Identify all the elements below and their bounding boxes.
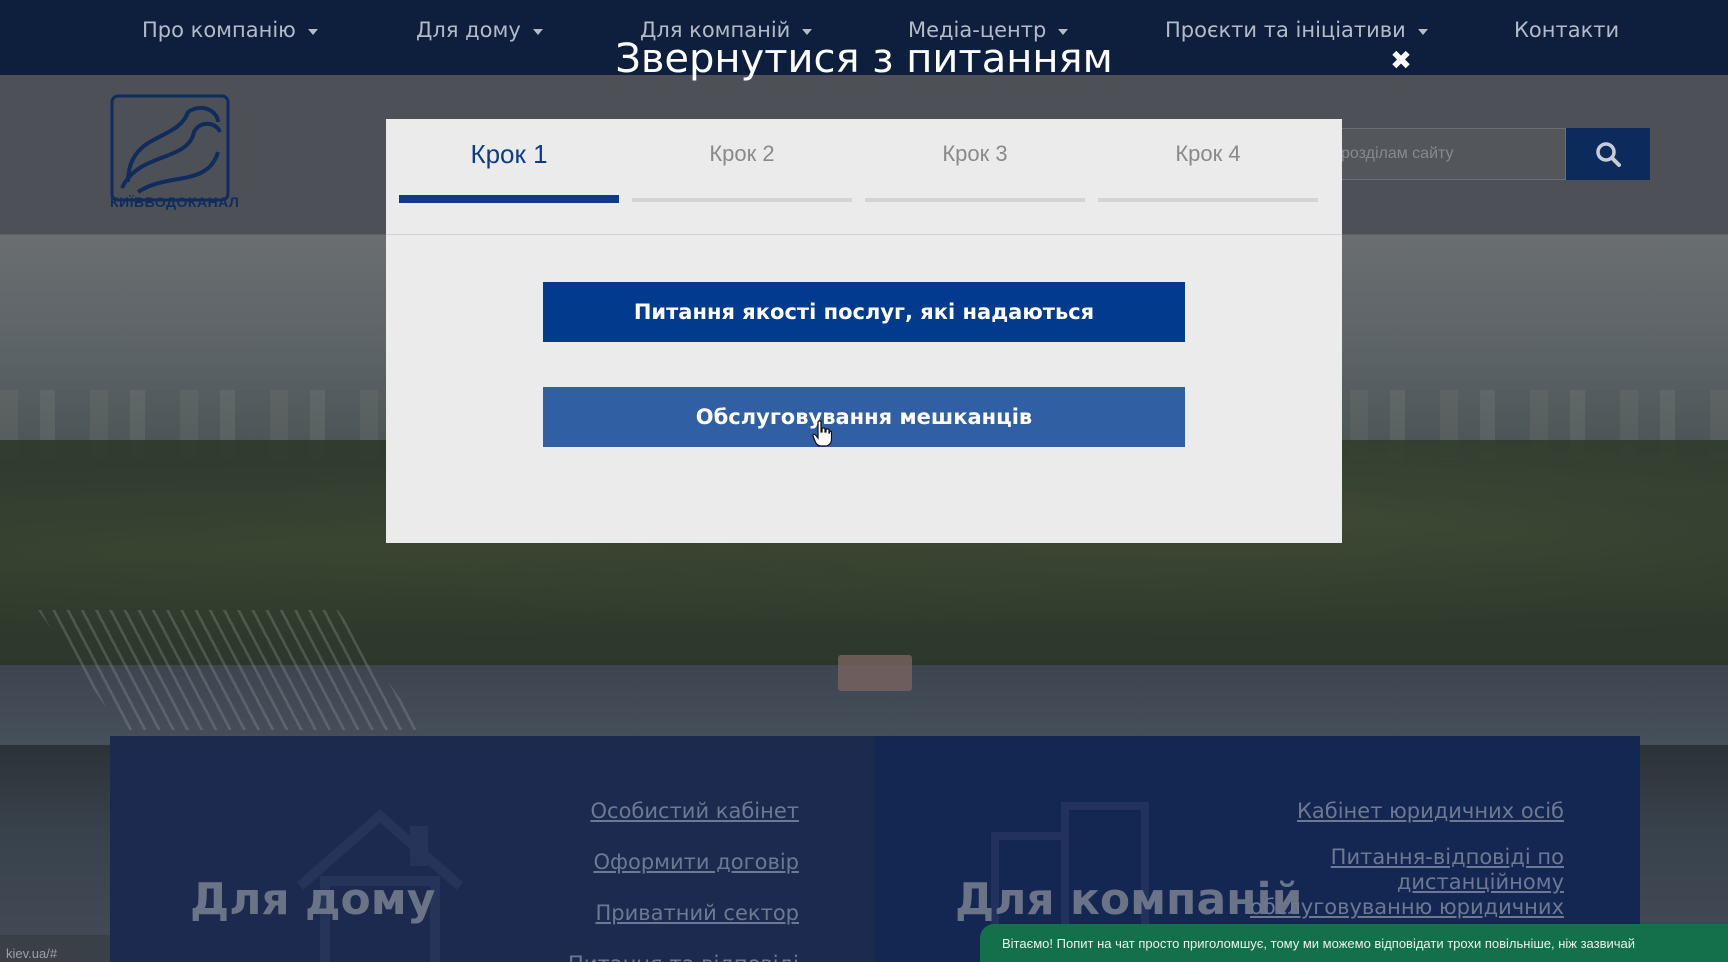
modal-title: Звернутися з питанням: [615, 36, 1113, 82]
tab-step-2[interactable]: Крок 2: [632, 119, 852, 203]
question-modal: Крок 1 Крок 2 Крок 3 Крок 4 Питання якос…: [386, 119, 1342, 543]
link-personal-cabinet[interactable]: Особистий кабінет: [591, 786, 800, 837]
tab-step-3[interactable]: Крок 3: [865, 119, 1085, 203]
step-progress-bar: [399, 195, 619, 203]
caret-down-icon: [307, 28, 318, 35]
step-label: Крок 1: [470, 139, 548, 169]
link-remote-faq-2[interactable]: дистанційному: [1397, 870, 1564, 895]
caret-down-icon: [532, 28, 543, 35]
logo-text: КИЇВВОДОКАНАЛ: [110, 194, 240, 210]
search-icon: [1596, 142, 1621, 167]
tab-step-1[interactable]: Крок 1: [399, 119, 619, 203]
search-input[interactable]: розділам сайту: [1330, 128, 1566, 180]
search-button[interactable]: [1566, 128, 1650, 180]
panel-links: Особистий кабінет Оформити договір Прива…: [568, 786, 799, 962]
hand-pointer-icon: [812, 420, 832, 447]
step-label: Крок 4: [1175, 141, 1241, 166]
step-label: Крок 2: [709, 141, 775, 166]
step-progress-bar: [1098, 198, 1318, 202]
link-remote-faq-3[interactable]: обслуговуванню юридичних: [1250, 895, 1564, 920]
chat-banner[interactable]: Вітаємо! Попит на чат просто приголомшує…: [980, 924, 1728, 962]
step-progress-bar: [632, 198, 852, 202]
panel-title: Для дому: [190, 874, 436, 925]
step-progress-bar: [865, 198, 1085, 202]
link-remote-faq[interactable]: Питання-відповіді по: [1331, 845, 1564, 870]
link-make-contract[interactable]: Оформити договір: [594, 837, 800, 888]
tab-step-4[interactable]: Крок 4: [1098, 119, 1318, 203]
link-legal-cabinet[interactable]: Кабінет юридичних осіб: [1297, 786, 1564, 837]
option-service-quality-button[interactable]: Питання якості послуг, які надаються: [543, 282, 1185, 342]
caret-down-icon: [1417, 28, 1428, 35]
link-faq[interactable]: Питання та відповіді: [568, 939, 799, 962]
option-resident-service-button[interactable]: Обслуговування мешканців: [543, 387, 1185, 447]
step-label: Крок 3: [942, 141, 1008, 166]
hero-boat: [838, 655, 912, 691]
panel-for-home: Для дому Особистий кабінет Оформити дого…: [110, 736, 875, 962]
close-icon[interactable]: ✖: [1388, 46, 1414, 76]
step-tabs: Крок 1 Крок 2 Крок 3 Крок 4: [386, 119, 1342, 235]
panel-links: Кабінет юридичних осіб Питання-відповіді…: [1250, 786, 1564, 920]
search-placeholder: розділам сайту: [1341, 145, 1454, 162]
link-private-sector[interactable]: Приватний сектор: [595, 888, 799, 939]
status-bar-url: kiev.ua/#: [0, 944, 64, 962]
caret-down-icon: [802, 28, 813, 35]
caret-down-icon: [1058, 28, 1069, 35]
